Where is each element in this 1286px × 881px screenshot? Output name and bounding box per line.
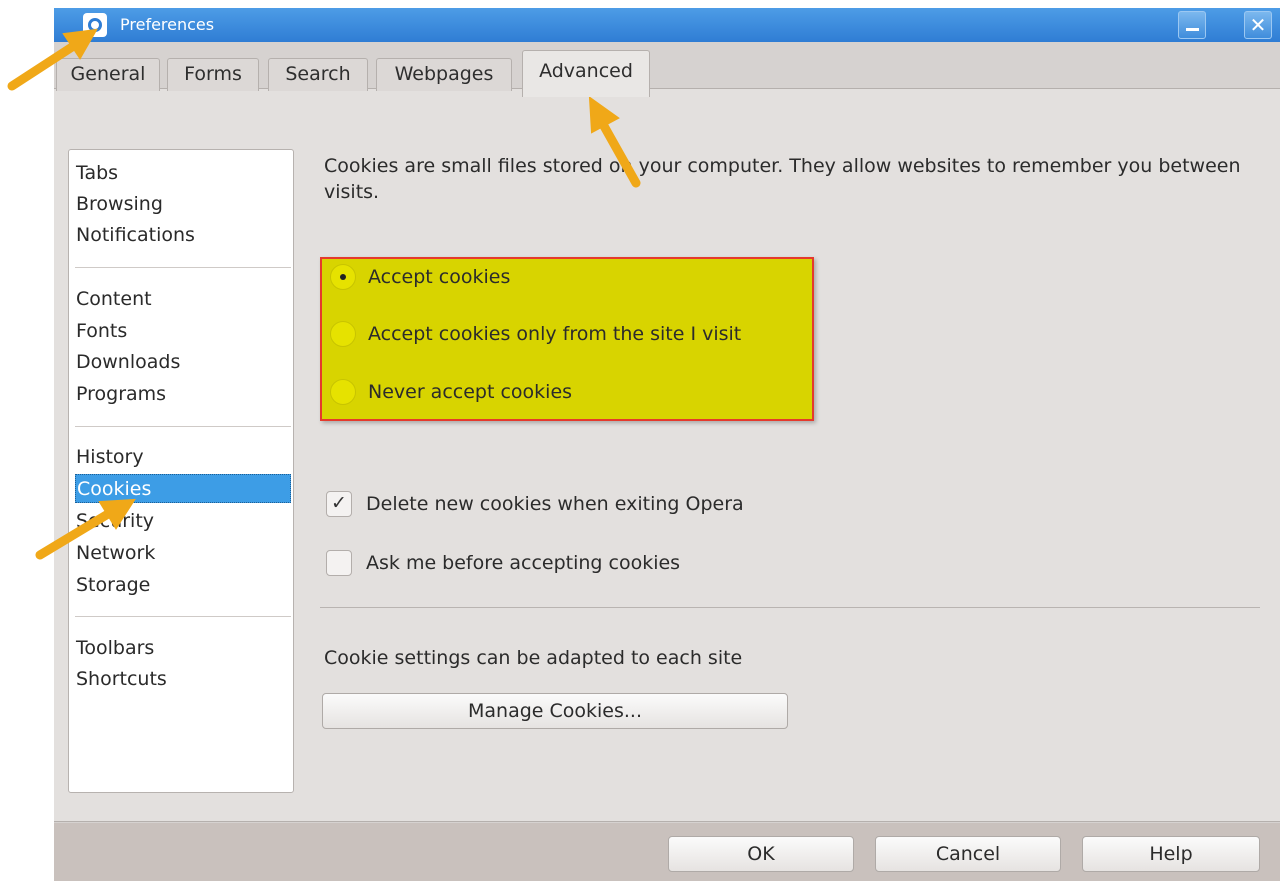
titlebar: Preferences ✕: [54, 8, 1280, 42]
sidebar-item-content[interactable]: Content: [75, 285, 291, 314]
sidebar-item-fonts[interactable]: Fonts: [75, 317, 291, 346]
sidebar-separator: [75, 426, 291, 427]
radio-button[interactable]: [330, 321, 356, 347]
minimize-icon: [1186, 28, 1199, 31]
cookies-description: Cookies are small files stored on your c…: [324, 155, 1241, 203]
radio-button[interactable]: [330, 264, 356, 290]
manage-cookies-button[interactable]: Manage Cookies...: [322, 693, 788, 729]
sidebar-item-storage[interactable]: Storage: [75, 571, 291, 600]
site-settings-note: Cookie settings can be adapted to each s…: [324, 647, 743, 669]
sidebar-item-cookies[interactable]: Cookies: [75, 474, 291, 503]
sidebar-item-security[interactable]: Security: [75, 507, 291, 536]
checkbox[interactable]: ✓: [326, 491, 352, 517]
checkbox[interactable]: [326, 550, 352, 576]
tab-forms[interactable]: Forms: [167, 58, 259, 91]
cancel-button[interactable]: Cancel: [875, 836, 1061, 872]
sidebar-item-programs[interactable]: Programs: [75, 380, 291, 409]
window-title: Preferences: [120, 15, 215, 34]
sidebar-item-notifications[interactable]: Notifications: [75, 221, 291, 250]
close-button[interactable]: ✕: [1244, 11, 1272, 39]
sidebar-item-network[interactable]: Network: [75, 539, 291, 568]
close-icon: ✕: [1249, 13, 1267, 37]
preferences-icon[interactable]: [83, 13, 107, 37]
sidebar-item-browsing[interactable]: Browsing: [75, 190, 291, 219]
tab-search[interactable]: Search: [268, 58, 368, 91]
tab-general[interactable]: General: [56, 58, 160, 91]
section-divider: [320, 607, 1260, 608]
tab-advanced[interactable]: Advanced: [522, 50, 650, 97]
minimize-button[interactable]: [1178, 11, 1206, 39]
sidebar-separator: [75, 616, 291, 617]
ok-button[interactable]: OK: [668, 836, 854, 872]
tab-webpages[interactable]: Webpages: [376, 58, 512, 91]
category-list[interactable]: Tabs Browsing Notifications Content Font…: [68, 149, 294, 793]
sidebar-item-history[interactable]: History: [75, 443, 291, 472]
radio-button[interactable]: [330, 379, 356, 405]
content-frame: Tabs Browsing Notifications Content Font…: [54, 88, 1280, 822]
sidebar-item-tabs[interactable]: Tabs: [75, 159, 291, 188]
sidebar-separator: [75, 267, 291, 268]
preferences-window: Preferences ✕ Tabs Browsing Notification…: [54, 8, 1280, 881]
cookie-policy-group: Accept cookies Accept cookies only from …: [320, 257, 814, 421]
sidebar-item-downloads[interactable]: Downloads: [75, 348, 291, 377]
checkmark-icon: ✓: [331, 492, 347, 514]
help-button[interactable]: Help: [1082, 836, 1260, 872]
sidebar-item-toolbars[interactable]: Toolbars: [75, 634, 291, 663]
sidebar-item-shortcuts[interactable]: Shortcuts: [75, 665, 291, 694]
